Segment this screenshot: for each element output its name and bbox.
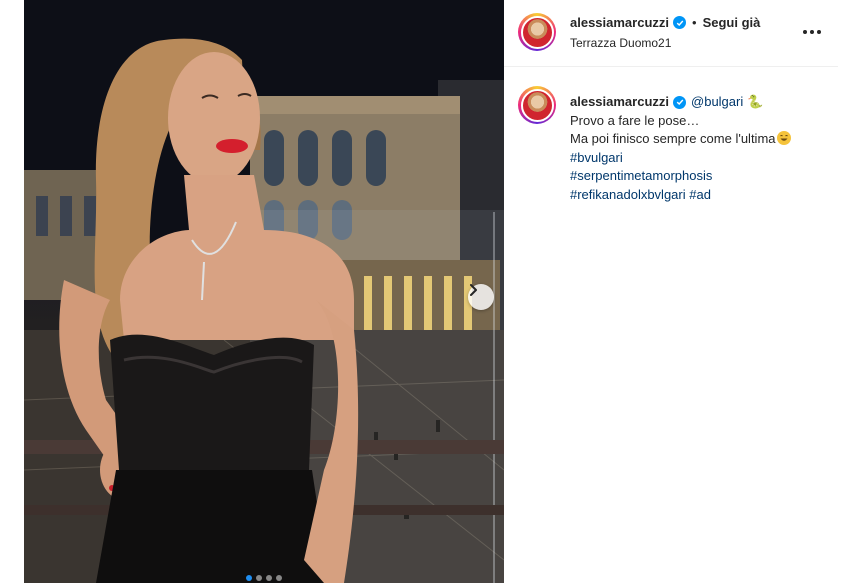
hashtag-link[interactable]: #refikanadolxbvlgari #ad (570, 186, 830, 205)
separator-dot: • (692, 15, 697, 30)
carousel-dot (276, 575, 282, 581)
following-button[interactable]: Segui già (703, 15, 761, 30)
carousel-dot (266, 575, 272, 581)
laughing-emoji-icon (776, 131, 791, 145)
caption-text-line: Provo a fare le pose… (570, 112, 700, 128)
carousel-indicator (24, 575, 504, 581)
next-slide-button[interactable] (468, 284, 494, 310)
photo-illustration (24, 0, 504, 583)
verified-badge-icon (673, 16, 687, 29)
caption-username-link[interactable]: alessiamarcuzzi (570, 93, 669, 112)
carousel-dot (246, 575, 252, 581)
snake-emoji-icon: 🐍 (747, 94, 764, 109)
post-header: alessiamarcuzzi • Segui già Terrazza Duo… (504, 0, 838, 67)
mention-link[interactable]: @bulgari (691, 93, 743, 112)
hashtag-link[interactable]: #serpentimetamorphosis (570, 167, 830, 186)
username-link[interactable]: alessiamarcuzzi (570, 15, 669, 30)
avatar[interactable] (518, 13, 556, 51)
verified-badge-icon (673, 95, 687, 109)
location-link[interactable]: Terrazza Duomo21 (570, 36, 671, 50)
hashtag-link[interactable]: #bvulgari (570, 149, 830, 168)
post-image[interactable] (24, 0, 504, 583)
more-options-button[interactable] (802, 24, 822, 40)
caption-text-line: Ma poi finisco sempre come l'ultima (570, 130, 830, 149)
post-side-panel: alessiamarcuzzi • Segui già Terrazza Duo… (504, 0, 838, 583)
more-horizontal-icon (803, 30, 807, 34)
chevron-right-icon (470, 284, 477, 296)
carousel-dot (256, 575, 262, 581)
avatar[interactable] (518, 86, 556, 124)
